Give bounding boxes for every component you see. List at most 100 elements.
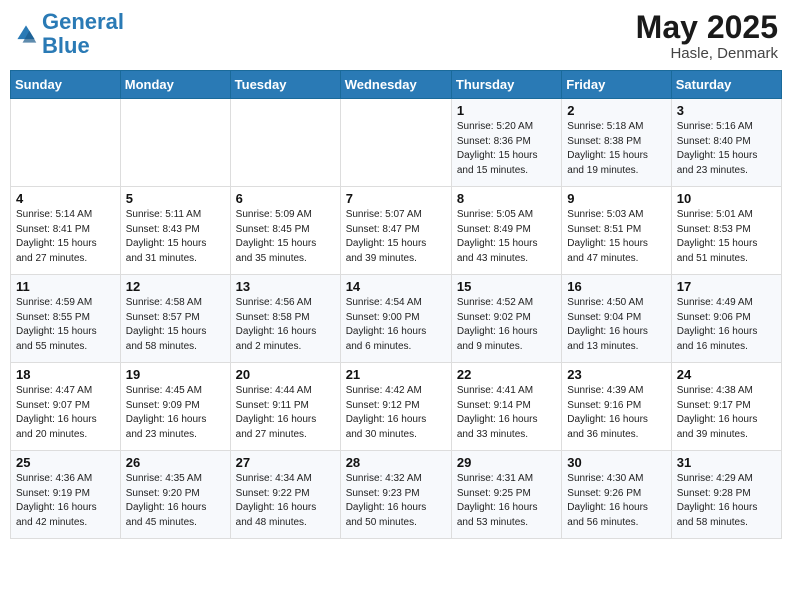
- day-number: 15: [457, 279, 556, 294]
- calendar-cell: 29 Sunrise: 4:31 AMSunset: 9:25 PMDayligh…: [451, 451, 561, 539]
- day-number: 20: [236, 367, 335, 382]
- calendar-cell: [11, 99, 121, 187]
- col-monday: Monday: [120, 71, 230, 99]
- col-wednesday: Wednesday: [340, 71, 451, 99]
- calendar-cell: 11Sunrise: 4:59 AMSunset: 8:55 PMDayligh…: [11, 275, 121, 363]
- calendar-cell: 14Sunrise: 4:54 AMSunset: 9:00 PMDayligh…: [340, 275, 451, 363]
- day-info: Sunrise: 5:09 AMSunset: 8:45 PMDaylight:…: [236, 208, 335, 266]
- day-info: Sunrise: 5:20 AMSunset: 8:36 PMDaylight:…: [457, 120, 556, 178]
- calendar-cell: 28 Sunrise: 4:32 AMSunset: 9:23 PMDayligh…: [340, 451, 451, 539]
- calendar-cell: 5 Sunrise: 5:11 AMSunset: 8:43 PMDaylight…: [120, 187, 230, 275]
- calendar-cell: 31 Sunrise: 4:29 AMSunset: 9:28 PMDayligh…: [671, 451, 781, 539]
- calendar-cell: 15 Sunrise: 4:52 AMSunset: 9:02 PMDayligh…: [451, 275, 561, 363]
- calendar-cell: 4 Sunrise: 5:14 AMSunset: 8:41 PMDaylight…: [11, 187, 121, 275]
- col-tuesday: Tuesday: [230, 71, 340, 99]
- day-number: 26: [126, 455, 225, 470]
- day-number: 28: [346, 455, 446, 470]
- day-info: Sunrise: 4:45 AMSunset: 9:09 PMDaylight:…: [126, 384, 225, 442]
- header-row: Sunday Monday Tuesday Wednesday Thursday…: [11, 71, 782, 99]
- calendar-cell: 7 Sunrise: 5:07 AMSunset: 8:47 PMDaylight…: [340, 187, 451, 275]
- day-info: Sunrise: 5:03 AMSunset: 8:51 PMDaylight:…: [567, 208, 665, 266]
- calendar-cell: 2Sunrise: 5:18 AMSunset: 8:38 PMDaylight…: [562, 99, 671, 187]
- day-number: 3: [677, 103, 776, 118]
- day-info: Sunrise: 4:36 AMSunset: 9:19 PMDaylight:…: [16, 472, 115, 530]
- day-info: Sunrise: 4:31 AMSunset: 9:25 PMDaylight:…: [457, 472, 556, 530]
- day-number: 12: [126, 279, 225, 294]
- day-number: 29: [457, 455, 556, 470]
- day-info: Sunrise: 4:50 AMSunset: 9:04 PMDaylight:…: [567, 296, 665, 354]
- calendar-cell: 13 Sunrise: 4:56 AMSunset: 8:58 PMDayligh…: [230, 275, 340, 363]
- day-info: Sunrise: 4:56 AMSunset: 8:58 PMDaylight:…: [236, 296, 335, 354]
- calendar-cell: 22 Sunrise: 4:41 AMSunset: 9:14 PMDayligh…: [451, 363, 561, 451]
- day-number: 14: [346, 279, 446, 294]
- calendar-cell: 21Sunrise: 4:42 AMSunset: 9:12 PMDayligh…: [340, 363, 451, 451]
- calendar-cell: 26 Sunrise: 4:35 AMSunset: 9:20 PMDayligh…: [120, 451, 230, 539]
- day-number: 22: [457, 367, 556, 382]
- day-info: Sunrise: 4:49 AMSunset: 9:06 PMDaylight:…: [677, 296, 776, 354]
- calendar-cell: 6Sunrise: 5:09 AMSunset: 8:45 PMDaylight…: [230, 187, 340, 275]
- day-number: 19: [126, 367, 225, 382]
- calendar-table: Sunday Monday Tuesday Wednesday Thursday…: [10, 70, 782, 539]
- day-info: Sunrise: 5:05 AMSunset: 8:49 PMDaylight:…: [457, 208, 556, 266]
- day-number: 27: [236, 455, 335, 470]
- day-info: Sunrise: 4:41 AMSunset: 9:14 PMDaylight:…: [457, 384, 556, 442]
- day-info: Sunrise: 5:16 AMSunset: 8:40 PMDaylight:…: [677, 120, 776, 178]
- day-number: 10: [677, 191, 776, 206]
- day-number: 31: [677, 455, 776, 470]
- day-info: Sunrise: 4:39 AMSunset: 9:16 PMDaylight:…: [567, 384, 665, 442]
- calendar-cell: 10Sunrise: 5:01 AMSunset: 8:53 PMDayligh…: [671, 187, 781, 275]
- day-number: 30: [567, 455, 665, 470]
- col-friday: Friday: [562, 71, 671, 99]
- logo: General Blue: [14, 10, 124, 58]
- calendar-cell: 19 Sunrise: 4:45 AMSunset: 9:09 PMDayligh…: [120, 363, 230, 451]
- page-header: General Blue May 2025 Hasle, Denmark: [10, 10, 782, 62]
- calendar-subtitle: Hasle, Denmark: [636, 45, 778, 62]
- day-info: Sunrise: 5:11 AMSunset: 8:43 PMDaylight:…: [126, 208, 225, 266]
- day-number: 5: [126, 191, 225, 206]
- day-number: 18: [16, 367, 115, 382]
- day-number: 17: [677, 279, 776, 294]
- day-number: 7: [346, 191, 446, 206]
- calendar-cell: 12Sunrise: 4:58 AMSunset: 8:57 PMDayligh…: [120, 275, 230, 363]
- day-info: Sunrise: 4:52 AMSunset: 9:02 PMDaylight:…: [457, 296, 556, 354]
- calendar-cell: [120, 99, 230, 187]
- day-number: 2: [567, 103, 665, 118]
- day-number: 16: [567, 279, 665, 294]
- day-info: Sunrise: 5:07 AMSunset: 8:47 PMDaylight:…: [346, 208, 446, 266]
- calendar-week-5: 25 Sunrise: 4:36 AMSunset: 9:19 PMDayligh…: [11, 451, 782, 539]
- calendar-cell: 24Sunrise: 4:38 AMSunset: 9:17 PMDayligh…: [671, 363, 781, 451]
- calendar-cell: [340, 99, 451, 187]
- day-info: Sunrise: 4:35 AMSunset: 9:20 PMDaylight:…: [126, 472, 225, 530]
- day-number: 23: [567, 367, 665, 382]
- calendar-cell: 18Sunrise: 4:47 AMSunset: 9:07 PMDayligh…: [11, 363, 121, 451]
- day-number: 25: [16, 455, 115, 470]
- day-number: 13: [236, 279, 335, 294]
- day-number: 1: [457, 103, 556, 118]
- calendar-cell: 30 Sunrise: 4:30 AMSunset: 9:26 PMDayligh…: [562, 451, 671, 539]
- calendar-cell: 16 Sunrise: 4:50 AMSunset: 9:04 PMDayligh…: [562, 275, 671, 363]
- day-number: 4: [16, 191, 115, 206]
- calendar-cell: [230, 99, 340, 187]
- day-info: Sunrise: 5:14 AMSunset: 8:41 PMDaylight:…: [16, 208, 115, 266]
- calendar-cell: 23 Sunrise: 4:39 AMSunset: 9:16 PMDayligh…: [562, 363, 671, 451]
- calendar-cell: 1 Sunrise: 5:20 AMSunset: 8:36 PMDaylight…: [451, 99, 561, 187]
- col-saturday: Saturday: [671, 71, 781, 99]
- calendar-week-4: 18Sunrise: 4:47 AMSunset: 9:07 PMDayligh…: [11, 363, 782, 451]
- day-info: Sunrise: 4:32 AMSunset: 9:23 PMDaylight:…: [346, 472, 446, 530]
- logo-icon: [14, 22, 38, 46]
- calendar-cell: 20 Sunrise: 4:44 AMSunset: 9:11 PMDayligh…: [230, 363, 340, 451]
- calendar-cell: 9Sunrise: 5:03 AMSunset: 8:51 PMDaylight…: [562, 187, 671, 275]
- day-info: Sunrise: 4:59 AMSunset: 8:55 PMDaylight:…: [16, 296, 115, 354]
- day-info: Sunrise: 4:29 AMSunset: 9:28 PMDaylight:…: [677, 472, 776, 530]
- day-info: Sunrise: 4:38 AMSunset: 9:17 PMDaylight:…: [677, 384, 776, 442]
- calendar-week-3: 11Sunrise: 4:59 AMSunset: 8:55 PMDayligh…: [11, 275, 782, 363]
- title-block: May 2025 Hasle, Denmark: [636, 10, 778, 62]
- day-info: Sunrise: 4:30 AMSunset: 9:26 PMDaylight:…: [567, 472, 665, 530]
- calendar-cell: 25 Sunrise: 4:36 AMSunset: 9:19 PMDayligh…: [11, 451, 121, 539]
- calendar-cell: 3 Sunrise: 5:16 AMSunset: 8:40 PMDaylight…: [671, 99, 781, 187]
- calendar-cell: 17 Sunrise: 4:49 AMSunset: 9:06 PMDayligh…: [671, 275, 781, 363]
- day-info: Sunrise: 4:44 AMSunset: 9:11 PMDaylight:…: [236, 384, 335, 442]
- calendar-week-2: 4 Sunrise: 5:14 AMSunset: 8:41 PMDaylight…: [11, 187, 782, 275]
- calendar-title: May 2025: [636, 10, 778, 45]
- logo-general: General: [42, 9, 124, 34]
